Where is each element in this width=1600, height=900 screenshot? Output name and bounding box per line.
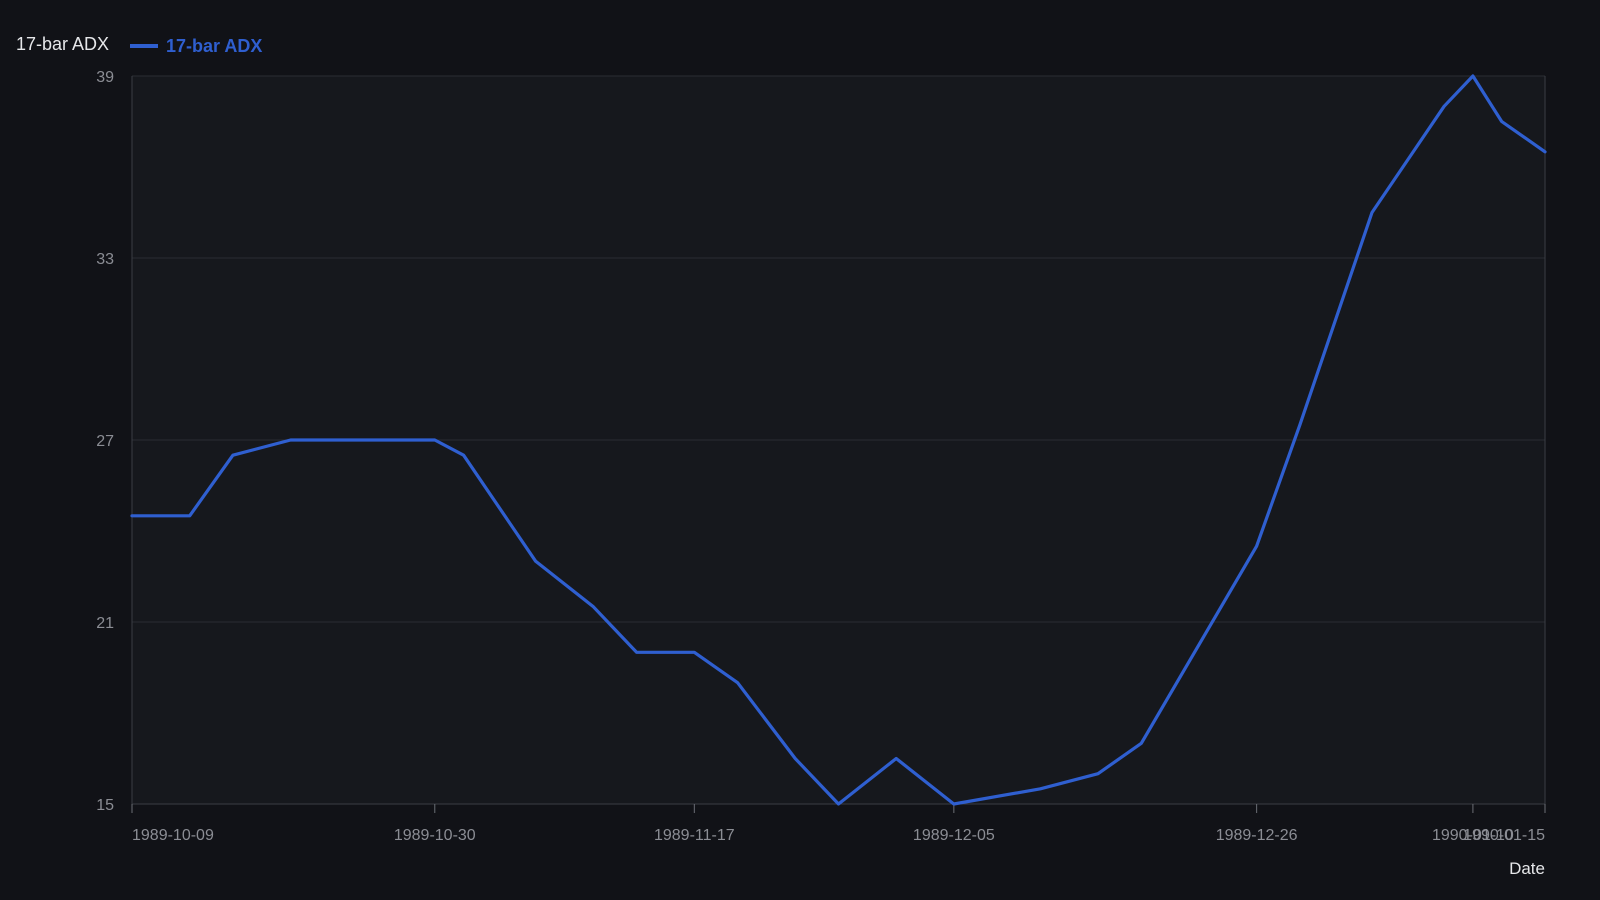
y-tick-label: 21 <box>96 615 114 632</box>
x-axis-label: Date <box>1509 859 1545 878</box>
x-tick-label: 1989-11-17 <box>654 827 735 844</box>
chart-title: 17-bar ADX <box>16 34 109 54</box>
chart-root: 15 21 27 33 39 1989-10-09 1989-10-30 1989-11-17… <box>0 0 1600 900</box>
x-tick-label: 1989-10-09 <box>132 827 214 844</box>
y-tick-label: 33 <box>96 251 114 268</box>
y-tick-label: 39 <box>96 69 114 86</box>
legend-label: 17-bar ADX <box>166 36 262 56</box>
x-tick-label: 1990-01-15 <box>1463 827 1545 844</box>
x-tick-label: 1989-12-26 <box>1216 827 1298 844</box>
adx-line-chart: 15 21 27 33 39 1989-10-09 1989-10-30 1989-11-17… <box>0 0 1600 900</box>
x-tick-label: 1989-12-05 <box>913 827 995 844</box>
x-tick-label: 1989-10-30 <box>394 827 476 844</box>
y-tick-label: 15 <box>96 797 114 814</box>
y-tick-label: 27 <box>96 433 114 450</box>
